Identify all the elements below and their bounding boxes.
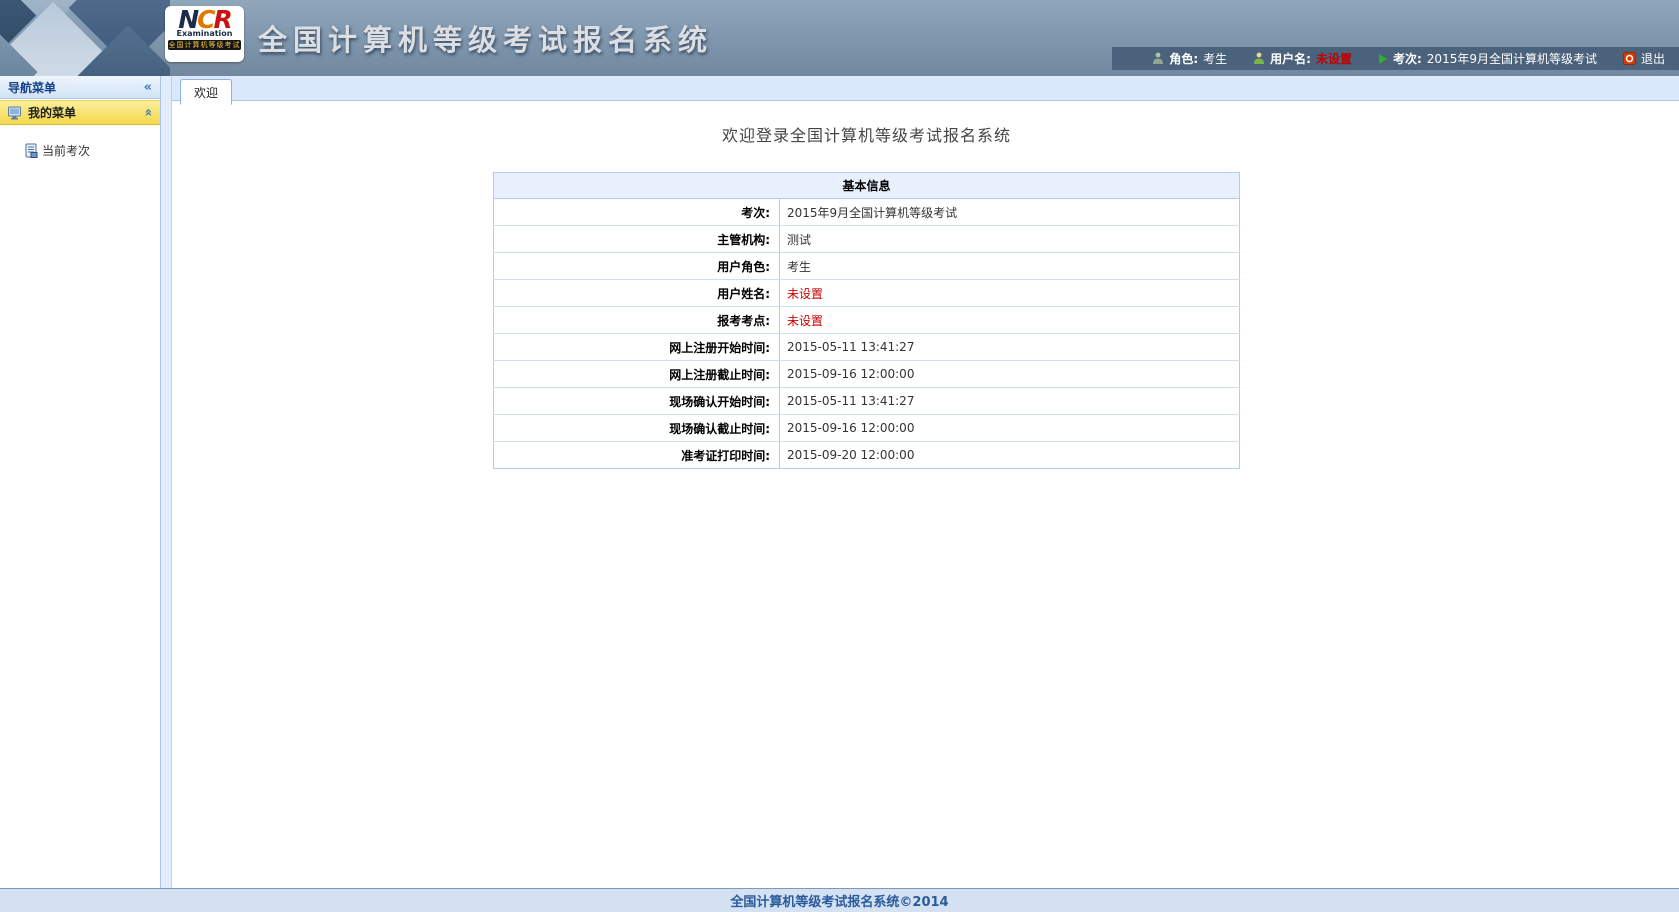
username-label: 用户名: <box>1270 50 1311 67</box>
logout-button[interactable]: 退出 <box>1623 50 1665 67</box>
sidebar-item-current-exam[interactable]: 当前考次 <box>0 141 160 159</box>
table-row: 用户角色:考生 <box>494 253 1240 280</box>
row-label: 用户角色: <box>494 253 780 280</box>
sidebar-group-label: 我的菜单 <box>28 104 76 121</box>
app-title: 全国计算机等级考试报名系统 <box>258 17 713 59</box>
header-decoration-tiles <box>0 0 170 76</box>
ncr-logo-subtitle: 全国计算机等级考试 <box>168 40 241 50</box>
user-info-bar: 角色: 考生 用户名: 未设置 考次: 2015年9月全国计算机等级考试 退出 <box>1112 47 1679 70</box>
page-footer: 全国计算机等级考试报名系统©2014 <box>0 888 1679 912</box>
row-value-unset: 未设置 <box>780 280 1240 307</box>
row-label: 准考证打印时间: <box>494 442 780 469</box>
welcome-heading: 欢迎登录全国计算机等级考试报名系统 <box>493 122 1240 146</box>
sidebar-header: 导航菜单 « <box>0 76 160 99</box>
row-value: 测试 <box>780 226 1240 253</box>
table-row: 现场确认截止时间:2015-09-16 12:00:00 <box>494 415 1240 442</box>
row-label: 现场确认截止时间: <box>494 415 780 442</box>
power-red-icon <box>1623 52 1636 65</box>
table-header-row: 基本信息 <box>494 173 1240 199</box>
row-value: 2015-09-20 12:00:00 <box>780 442 1240 469</box>
row-value: 2015-05-11 13:41:27 <box>780 334 1240 361</box>
sidebar-splitter[interactable] <box>161 76 172 888</box>
row-value: 2015-09-16 12:00:00 <box>780 361 1240 388</box>
sidebar-item-label: 当前考次 <box>42 142 90 159</box>
role-label: 角色: <box>1169 50 1198 67</box>
app-header: NCR Examination 全国计算机等级考试 全国计算机等级考试报名系统 … <box>0 0 1679 76</box>
collapse-sidebar-icon[interactable]: « <box>144 80 152 95</box>
monitor-icon <box>8 106 23 120</box>
tab-welcome[interactable]: 欢迎 <box>180 79 232 105</box>
table-title: 基本信息 <box>494 173 1240 199</box>
row-label: 考次: <box>494 199 780 226</box>
person-green-icon <box>1253 52 1265 65</box>
footer-text: 全国计算机等级考试报名系统©2014 <box>730 891 948 910</box>
table-row: 报考考点:未设置 <box>494 307 1240 334</box>
username-value: 未设置 <box>1316 50 1352 67</box>
row-label: 主管机构: <box>494 226 780 253</box>
row-label: 网上注册截止时间: <box>494 361 780 388</box>
ncr-logo: NCR Examination 全国计算机等级考试 <box>165 6 244 62</box>
role-info: 角色: 考生 <box>1152 50 1227 67</box>
session-value: 2015年9月全国计算机等级考试 <box>1427 50 1597 67</box>
table-row: 网上注册截止时间:2015-09-16 12:00:00 <box>494 361 1240 388</box>
role-value: 考生 <box>1203 50 1227 67</box>
row-label: 现场确认开始时间: <box>494 388 780 415</box>
double-chevron-up-icon[interactable]: « <box>140 108 155 116</box>
sidebar-group-my-menu[interactable]: 我的菜单 « <box>0 100 160 125</box>
row-label: 报考考点: <box>494 307 780 334</box>
content-inner: 欢迎登录全国计算机等级考试报名系统 基本信息 考次:2015年9月全国计算机等级… <box>493 122 1240 469</box>
row-value-unset: 未设置 <box>780 307 1240 334</box>
sidebar-title: 导航菜单 <box>8 79 56 96</box>
table-row: 网上注册开始时间:2015-05-11 13:41:27 <box>494 334 1240 361</box>
row-value: 2015-05-11 13:41:27 <box>780 388 1240 415</box>
green-arrow-icon <box>1378 53 1388 65</box>
table-row: 现场确认开始时间:2015-05-11 13:41:27 <box>494 388 1240 415</box>
row-value: 2015-09-16 12:00:00 <box>780 415 1240 442</box>
row-value: 2015年9月全国计算机等级考试 <box>780 199 1240 226</box>
session-info: 考次: 2015年9月全国计算机等级考试 <box>1378 50 1597 67</box>
username-info: 用户名: 未设置 <box>1253 50 1352 67</box>
session-label: 考次: <box>1393 50 1422 67</box>
sidebar: 导航菜单 « 我的菜单 « 当前考次 <box>0 76 161 888</box>
logout-label: 退出 <box>1641 50 1665 67</box>
table-row: 用户姓名:未设置 <box>494 280 1240 307</box>
row-label: 用户姓名: <box>494 280 780 307</box>
table-row: 主管机构:测试 <box>494 226 1240 253</box>
main-content: 欢迎 欢迎登录全国计算机等级考试报名系统 基本信息 考次:2015年9月全国计算… <box>172 76 1679 888</box>
person-icon <box>1152 52 1164 65</box>
notebook-icon <box>24 143 39 158</box>
row-value: 考生 <box>780 253 1240 280</box>
row-label: 网上注册开始时间: <box>494 334 780 361</box>
ncr-logo-examination-text: Examination <box>165 30 244 38</box>
tab-strip: 欢迎 <box>172 76 1679 101</box>
table-row: 准考证打印时间:2015-09-20 12:00:00 <box>494 442 1240 469</box>
table-row: 考次:2015年9月全国计算机等级考试 <box>494 199 1240 226</box>
basic-info-table: 基本信息 考次:2015年9月全国计算机等级考试 主管机构:测试 用户角色:考生… <box>493 172 1240 469</box>
